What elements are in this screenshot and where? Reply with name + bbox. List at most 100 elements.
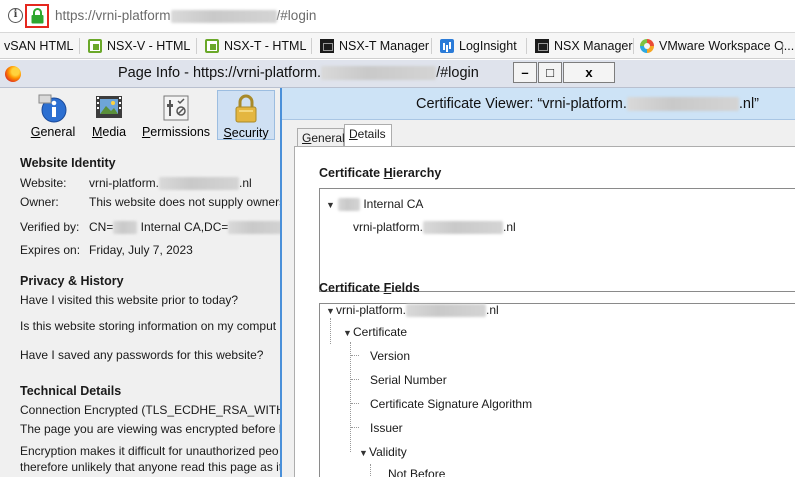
- storing-question: Is this website storing information on m…: [20, 319, 277, 333]
- url-host-start: https://vrni-platform: [55, 8, 171, 23]
- chevron-down-icon[interactable]: ▼: [326, 200, 336, 210]
- chevron-down-icon[interactable]: ▼: [359, 448, 369, 458]
- workspace-one-icon: [640, 39, 654, 53]
- bookmark-nsx-manager[interactable]: NSX Manager: [535, 38, 633, 54]
- issuer-node[interactable]: Issuer: [370, 421, 403, 435]
- nsx-icon: [205, 39, 219, 53]
- expires-value: Friday, July 7, 2023: [89, 243, 193, 257]
- hierarchy-leaf-node[interactable]: vrni-platform. .nl: [353, 220, 516, 235]
- url-bar[interactable]: i https://vrni-platform /#login: [0, 0, 795, 33]
- tab-label: eneral: [40, 125, 76, 139]
- fields-root-tld: .nl: [486, 303, 499, 317]
- connection-encrypted-text: Connection Encrypted (TLS_ECDHE_RSA_WITH…: [20, 403, 300, 417]
- website-value: vrni-platform. .nl: [89, 176, 252, 191]
- validity-label: Validity: [369, 445, 407, 459]
- hierarchy-root-label: Internal CA: [363, 197, 424, 211]
- cv-title-text: Certificate Viewer: “vrni-platform.: [416, 96, 627, 112]
- hierarchy-root-node[interactable]: ▼ Internal CA: [326, 197, 424, 212]
- certificate-hierarchy-heading: Certificate Hierarchy: [319, 166, 441, 180]
- padlock-icon: [235, 94, 257, 123]
- redacted-domain: [170, 9, 277, 23]
- heading-pre: Certificate: [319, 281, 384, 295]
- bookmark-separator: [196, 38, 197, 54]
- bookmark-label: LogInsight: [459, 39, 517, 53]
- tree-connector: [351, 403, 359, 404]
- signature-algorithm-node[interactable]: Certificate Signature Algorithm: [370, 397, 532, 411]
- tab-security[interactable]: Security: [217, 90, 275, 140]
- redacted-domain: [406, 304, 487, 318]
- fields-root-node[interactable]: ▼vrni-platform. .nl: [326, 303, 499, 318]
- validity-node[interactable]: ▼Validity: [359, 445, 407, 459]
- leaf-tld: .nl: [503, 220, 516, 234]
- website-label: Website:: [20, 176, 67, 190]
- tab-permissions[interactable]: Permissions: [140, 90, 212, 140]
- tree-connector: [350, 342, 351, 452]
- redacted-domain: [423, 221, 504, 235]
- redacted-org: [113, 221, 138, 235]
- certificate-fields-heading: Certificate Fields: [319, 281, 420, 295]
- redacted-domain: [159, 177, 240, 191]
- bookmark-nsx-v-html[interactable]: NSX-V - HTML: [88, 38, 190, 54]
- tab-media[interactable]: Media: [86, 90, 132, 140]
- chevron-down-icon[interactable]: ▼: [326, 306, 336, 316]
- verified-ca: Internal CA,DC=: [137, 220, 229, 234]
- site-info-icon[interactable]: i: [8, 8, 23, 23]
- page-info-title: Page Info - https://vrni-platform. /#logi…: [118, 65, 479, 81]
- heading-post: ierarchy: [392, 166, 442, 180]
- title-text: Page Info - https://vrni-platform.: [118, 65, 322, 81]
- certificate-viewer-titlebar: Certificate Viewer: “vrni-platform. .nl”: [282, 88, 795, 120]
- bookmark-nsx-t-manager[interactable]: NSX-T Manager: [320, 38, 429, 54]
- certificate-fields-tree[interactable]: ▼vrni-platform. .nl ▼Certificate Version …: [319, 303, 795, 477]
- maximize-button[interactable]: □: [538, 62, 562, 83]
- bookmark-separator: [79, 38, 80, 54]
- expires-label: Expires on:: [20, 243, 81, 257]
- cert-tab-general[interactable]: General: [297, 128, 345, 146]
- bookmark-loginsight[interactable]: LogInsight: [440, 38, 517, 54]
- nsx-icon: [88, 39, 102, 53]
- chevron-down-icon[interactable]: ▼: [343, 328, 353, 338]
- security-panel: Website Identity Website: vrni-platform.…: [0, 142, 299, 477]
- encrypted-before-text: The page you are viewing was encrypted b…: [20, 422, 286, 436]
- close-button[interactable]: x: [563, 62, 615, 83]
- page-info-toolbar: General Media Permissions Security: [0, 88, 280, 140]
- bookmark-vsan-html[interactable]: vSAN HTML: [4, 38, 73, 54]
- visited-question: Have I visited this website prior to tod…: [20, 293, 239, 307]
- firefox-icon: [5, 66, 21, 82]
- cert-tab-details[interactable]: Details: [344, 124, 392, 146]
- encryption-explanation-line1: Encryption makes it difficult for unauth…: [20, 444, 279, 458]
- cert-tab-label: etails: [357, 127, 386, 141]
- title-path: /#login: [436, 65, 479, 81]
- vmware-icon: [535, 39, 549, 53]
- vmware-icon: [320, 39, 334, 53]
- tree-connector: [370, 464, 371, 477]
- info-icon: [38, 94, 67, 123]
- minimize-button[interactable]: –: [513, 62, 537, 83]
- bookmark-nsx-t-html[interactable]: NSX-T - HTML: [205, 38, 306, 54]
- bookmark-separator: [431, 38, 432, 54]
- heading-key: H: [383, 166, 393, 180]
- secure-lock-button[interactable]: [25, 4, 49, 28]
- details-panel: Certificate Hierarchy ▼ Internal CA vrni…: [294, 146, 795, 477]
- website-host: vrni-platform.: [89, 176, 160, 190]
- bookmark-vmware-workspace-one[interactable]: VMware Workspace O...: [640, 38, 794, 54]
- certificate-hierarchy-tree[interactable]: ▼ Internal CA vrni-platform. .nl: [319, 188, 795, 292]
- certificate-node[interactable]: ▼Certificate: [343, 325, 407, 339]
- tab-general[interactable]: General: [27, 90, 79, 140]
- serial-number-node[interactable]: Serial Number: [370, 373, 447, 387]
- lock-icon: [31, 8, 44, 24]
- url-text[interactable]: https://vrni-platform /#login: [55, 8, 316, 23]
- website-identity-heading: Website Identity: [20, 156, 116, 170]
- heading-post: ields: [391, 281, 420, 295]
- signature-algorithm-label: Certificate Signature Algorithm: [370, 397, 533, 411]
- bookmark-separator: [526, 38, 527, 54]
- version-node[interactable]: Version: [370, 349, 410, 363]
- tab-label: ecurity: [231, 126, 269, 140]
- loginsight-icon: [440, 39, 454, 53]
- tree-connector: [351, 355, 359, 356]
- bookmark-separator: [633, 38, 634, 54]
- close-glyph: x: [585, 65, 593, 80]
- not-before-node[interactable]: Not Before: [388, 467, 445, 477]
- owner-label: Owner:: [20, 195, 59, 209]
- bookmark-label: NSX-V - HTML: [107, 39, 191, 53]
- fields-root-host: vrni-platform.: [336, 303, 407, 317]
